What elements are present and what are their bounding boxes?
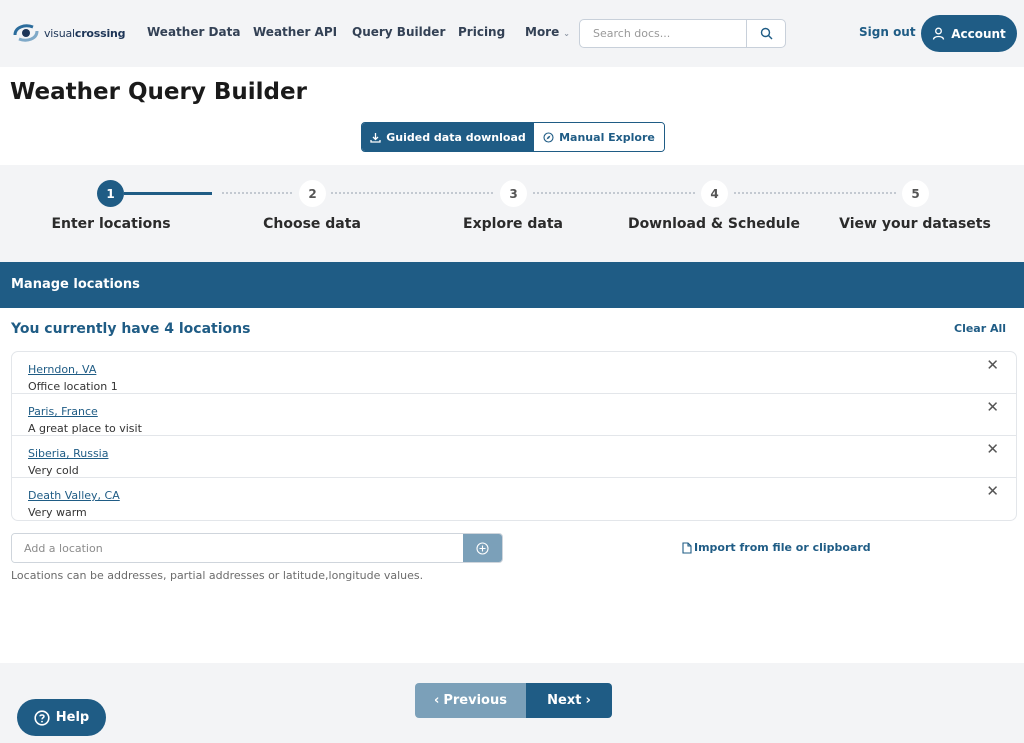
location-name-link[interactable]: Siberia, Russia (28, 447, 108, 460)
search-input[interactable] (580, 20, 746, 47)
step-connector (331, 192, 493, 194)
clear-all-button[interactable]: Clear All (954, 322, 1006, 335)
next-label: Next (547, 693, 582, 708)
add-location-button[interactable] (463, 534, 502, 562)
nav-query-builder[interactable]: Query Builder (352, 25, 445, 39)
step-2-label[interactable]: Choose data (263, 216, 361, 232)
manual-explore-label: Manual Explore (559, 130, 655, 144)
step-3-label[interactable]: Explore data (463, 216, 563, 232)
step-connector (222, 192, 292, 194)
brand-logo[interactable]: visualcrossing (11, 22, 126, 44)
user-icon (933, 27, 945, 40)
step-4-marker[interactable]: 4 (701, 180, 728, 207)
step-connector (734, 192, 896, 194)
step-connector (533, 192, 695, 194)
nav-weather-data[interactable]: Weather Data (147, 25, 240, 39)
chevron-left-icon: ‹ (434, 693, 440, 708)
brand-name: visualcrossing (44, 26, 126, 40)
logo-icon (13, 24, 39, 42)
sign-out-link[interactable]: Sign out (859, 25, 916, 39)
file-icon (682, 541, 692, 554)
step-progress: 1 2 3 4 5 Enter locations Choose data Ex… (0, 165, 1024, 262)
search-button[interactable] (746, 20, 785, 47)
location-description: Very cold (28, 464, 79, 477)
location-item: Paris, France A great place to visit ✕ (12, 394, 1016, 436)
download-icon (370, 132, 381, 143)
plus-circle-icon (476, 541, 489, 555)
location-description: Office location 1 (28, 380, 118, 393)
previous-label: Previous (443, 693, 507, 708)
guided-download-button[interactable]: Guided data download (362, 123, 534, 151)
chevron-down-icon: ⌄ (563, 29, 570, 38)
location-hint: Locations can be addresses, partial addr… (11, 569, 424, 582)
progress-line (124, 192, 212, 195)
nav-more-label: More (525, 25, 560, 39)
step-5-label[interactable]: View your datasets (839, 216, 991, 232)
guided-download-label: Guided data download (386, 130, 526, 144)
manual-explore-button[interactable]: Manual Explore (534, 123, 664, 151)
page-title: Weather Query Builder (10, 79, 307, 105)
step-2-marker[interactable]: 2 (299, 180, 326, 207)
location-description: A great place to visit (28, 422, 142, 435)
location-name-link[interactable]: Death Valley, CA (28, 489, 120, 502)
search-box (579, 19, 786, 48)
account-button[interactable]: Account (921, 15, 1017, 52)
step-1-marker[interactable]: 1 (97, 180, 124, 207)
nav-weather-api[interactable]: Weather API (253, 25, 337, 39)
step-4-label[interactable]: Download & Schedule (628, 216, 800, 232)
step-1-label[interactable]: Enter locations (51, 216, 170, 232)
help-button[interactable]: Help (17, 699, 106, 736)
nav-pricing[interactable]: Pricing (458, 25, 505, 39)
mode-toggle: Guided data download Manual Explore (361, 122, 665, 152)
location-list: Herndon, VA Office location 1 ✕ Paris, F… (11, 351, 1017, 521)
close-icon[interactable]: ✕ (986, 356, 999, 374)
close-icon[interactable]: ✕ (986, 482, 999, 500)
close-icon[interactable]: ✕ (986, 440, 999, 458)
chevron-right-icon: › (585, 693, 591, 708)
import-label: Import from file or clipboard (694, 541, 871, 554)
compass-icon (543, 131, 554, 143)
search-icon (760, 27, 772, 40)
account-label: Account (951, 26, 1006, 41)
location-item: Death Valley, CA Very warm ✕ (12, 478, 1016, 520)
location-item: Siberia, Russia Very cold ✕ (12, 436, 1016, 478)
close-icon[interactable]: ✕ (986, 398, 999, 416)
location-name-link[interactable]: Paris, France (28, 405, 98, 418)
previous-button[interactable]: ‹ Previous (415, 683, 526, 718)
add-location-box (11, 533, 503, 563)
nav-more[interactable]: More ⌄ (525, 25, 570, 39)
help-label: Help (55, 710, 90, 725)
step-3-marker[interactable]: 3 (500, 180, 527, 207)
step-5-marker[interactable]: 5 (902, 180, 929, 207)
location-count-heading: You currently have 4 locations (11, 321, 251, 337)
add-location-input[interactable] (12, 534, 463, 562)
manage-locations-header: Manage locations (0, 262, 1024, 308)
location-item: Herndon, VA Office location 1 ✕ (12, 352, 1016, 394)
top-nav: visualcrossing Weather Data Weather API … (0, 0, 1024, 67)
location-description: Very warm (28, 506, 87, 519)
location-name-link[interactable]: Herndon, VA (28, 363, 96, 376)
next-button[interactable]: Next › (526, 683, 612, 718)
import-link[interactable]: Import from file or clipboard (682, 541, 871, 554)
question-circle-icon (34, 709, 50, 726)
